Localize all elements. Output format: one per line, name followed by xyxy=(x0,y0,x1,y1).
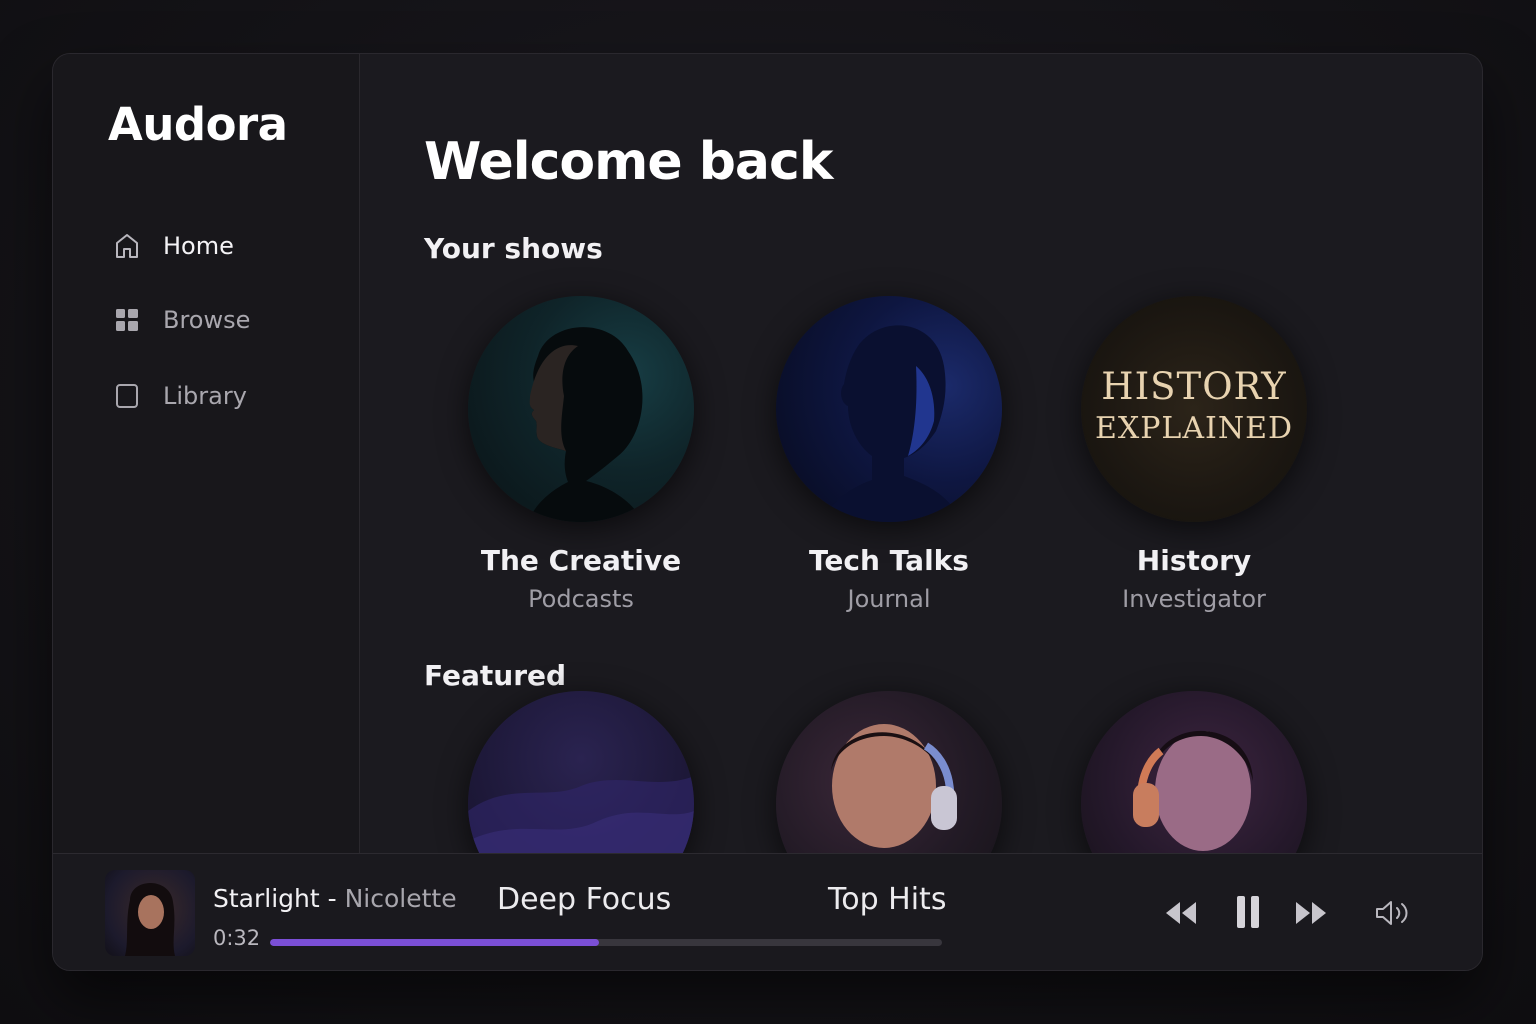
track-name: Starlight xyxy=(213,884,320,913)
home-icon xyxy=(113,232,141,260)
show-subtitle: Journal xyxy=(847,585,931,613)
fast-forward-button[interactable] xyxy=(1293,898,1329,928)
main-content: Welcome back Your shows The Creative Pod… xyxy=(361,54,1482,917)
sidebar-item-label: Browse xyxy=(163,306,251,334)
sidebar-item-label: Library xyxy=(163,382,247,410)
sidebar-item-label: Home xyxy=(163,232,234,260)
pause-icon xyxy=(1237,896,1259,928)
playlist-top-hits[interactable]: Top Hits xyxy=(828,882,946,917)
fast-forward-icon xyxy=(1296,902,1326,924)
track-artist: Nicolette xyxy=(344,884,457,913)
pause-button[interactable] xyxy=(1233,894,1263,930)
track-title: Starlight - Nicolette xyxy=(213,884,457,913)
show-subtitle: Investigator xyxy=(1122,585,1266,613)
section-title-featured: Featured xyxy=(424,659,567,692)
rewind-icon xyxy=(1166,902,1196,924)
show-card-history[interactable]: HISTORY EXPLAINED History Investigator xyxy=(1079,296,1309,613)
show-artwork xyxy=(468,296,694,522)
playlist-deep-focus[interactable]: Deep Focus xyxy=(497,882,671,917)
app-window: Audora Home Browse Library Welcome back … xyxy=(52,53,1483,971)
show-title: Tech Talks xyxy=(809,544,969,577)
sidebar: Audora Home Browse Library xyxy=(53,54,360,854)
sidebar-item-library[interactable]: Library xyxy=(113,376,333,416)
grid-icon xyxy=(113,306,141,334)
history-explained-logo: HISTORY EXPLAINED xyxy=(1094,365,1294,447)
sidebar-item-home[interactable]: Home xyxy=(113,226,333,266)
woman-profile-image xyxy=(528,327,643,522)
show-artwork xyxy=(776,296,1002,522)
progress-bar[interactable] xyxy=(270,939,942,946)
show-card-the-creative[interactable]: The Creative Podcasts xyxy=(466,296,696,613)
page-title: Welcome back xyxy=(424,132,833,192)
man-profile-image xyxy=(821,325,961,522)
app-logo: Audora xyxy=(108,98,288,151)
section-title-your-shows: Your shows xyxy=(424,232,603,265)
show-card-tech-talks[interactable]: Tech Talks Journal xyxy=(774,296,1004,613)
now-playing-bar: Starlight - Nicolette 0:32 Deep Focus To… xyxy=(53,853,1482,970)
show-title: History xyxy=(1136,544,1252,577)
elapsed-time: 0:32 xyxy=(213,926,261,950)
sidebar-item-browse[interactable]: Browse xyxy=(113,300,333,340)
now-playing-artwork[interactable] xyxy=(105,870,195,956)
progress-fill xyxy=(270,939,600,946)
volume-icon xyxy=(1376,901,1408,925)
show-artwork: HISTORY EXPLAINED xyxy=(1081,296,1307,522)
rewind-button[interactable] xyxy=(1163,898,1199,928)
volume-button[interactable] xyxy=(1373,898,1413,928)
library-icon xyxy=(113,382,141,410)
show-subtitle: Podcasts xyxy=(528,585,634,613)
show-title: The Creative xyxy=(480,544,682,577)
